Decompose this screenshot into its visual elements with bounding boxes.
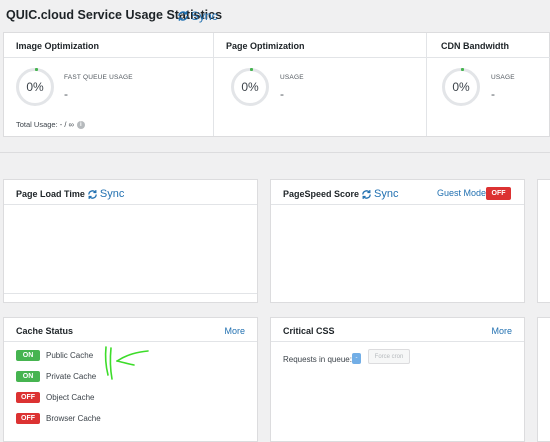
usage-statistics-panel: Image Optimization 0% FAST QUEUE USAGE -…	[3, 32, 550, 137]
sync-label: Sync	[99, 188, 125, 200]
usage-page-optimization: Page Optimization 0% USAGE -	[213, 33, 427, 136]
pagespeed-score-card: PageSpeed Score Sync Guest Mode OFF	[270, 179, 525, 303]
pagespeed-sync-link[interactable]: Sync	[361, 188, 399, 200]
critical-css-card: Critical CSS More	[270, 317, 525, 442]
annotation-arrow	[104, 346, 149, 380]
usage-value: -	[280, 87, 284, 101]
cache-row-private: ON Private Cache	[16, 371, 96, 382]
status-badge[interactable]: OFF	[16, 392, 40, 403]
status-badge[interactable]: ON	[16, 371, 40, 382]
usage-title: Page Optimization	[226, 41, 305, 51]
usage-label: USAGE	[280, 74, 304, 81]
usage-image-optimization: Image Optimization 0% FAST QUEUE USAGE -…	[4, 33, 213, 136]
guest-mode-toggle[interactable]: OFF	[486, 187, 511, 200]
cache-row-public: ON Public Cache	[16, 350, 93, 361]
queue-label: Requests in queue:	[283, 355, 352, 364]
page-load-time-header: Page Load Time Sync	[16, 188, 124, 200]
usage-title: Image Optimization	[16, 41, 100, 51]
card-title: PageSpeed Score	[283, 189, 360, 199]
cache-label: Private Cache	[46, 372, 97, 381]
sync-icon	[178, 11, 188, 21]
cache-row-object: OFF Object Cache	[16, 392, 94, 403]
info-icon[interactable]: i	[76, 120, 85, 129]
page-load-time-card: Page Load Time Sync	[3, 179, 258, 303]
usage-label: USAGE	[491, 74, 515, 81]
total-usage: Total Usage: - / ∞ i	[16, 120, 85, 129]
usage-value: -	[64, 87, 68, 101]
critical-css-more-link[interactable]: More	[491, 326, 512, 336]
cache-label: Browser Cache	[46, 414, 101, 423]
force-cron-button[interactable]: Force cron	[368, 349, 410, 364]
usage-progress-ring: 0%	[231, 68, 269, 106]
partial-card-right	[537, 179, 550, 303]
usage-label: FAST QUEUE USAGE	[64, 74, 133, 81]
cache-status-more-link[interactable]: More	[224, 326, 245, 336]
section-divider	[0, 152, 550, 153]
partial-card-right-bottom	[537, 317, 550, 442]
status-badge[interactable]: ON	[16, 350, 40, 361]
usage-cdn-bandwidth: CDN Bandwidth 0% USAGE -	[426, 33, 550, 136]
usage-progress-ring: 0%	[442, 68, 480, 106]
page-load-sync-link[interactable]: Sync	[87, 188, 124, 200]
cache-label: Public Cache	[46, 351, 94, 360]
sync-label: Sync	[374, 188, 399, 200]
total-usage-text: Total Usage: - / ∞	[16, 120, 74, 129]
status-badge[interactable]: OFF	[16, 413, 40, 424]
header-sync-label: Sync	[191, 9, 218, 23]
card-title: Page Load Time	[16, 189, 85, 199]
queue-count-badge: -	[352, 353, 361, 364]
usage-value: -	[491, 87, 495, 101]
sync-icon	[88, 189, 97, 199]
sync-icon	[362, 189, 371, 199]
card-title: Critical CSS	[283, 326, 335, 336]
header-sync-link[interactable]: Sync	[177, 9, 218, 23]
pagespeed-header: PageSpeed Score Sync	[283, 188, 399, 200]
cache-label: Object Cache	[46, 393, 95, 402]
card-title: Cache Status	[16, 326, 74, 336]
usage-progress-ring: 0%	[16, 68, 54, 106]
cache-row-browser: OFF Browser Cache	[16, 413, 101, 424]
usage-title: CDN Bandwidth	[441, 41, 509, 51]
guest-mode-label: Guest Mode	[436, 188, 486, 198]
